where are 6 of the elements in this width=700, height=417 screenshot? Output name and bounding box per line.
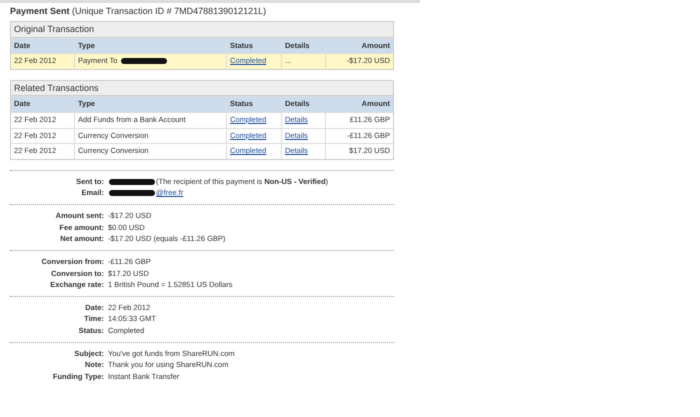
redaction-mark [109,190,155,196]
transaction-id: (Unique Transaction ID # 7MD4788139012121L) [72,6,266,16]
table-heading: Original Transaction [11,22,393,38]
redaction-mark [109,178,155,185]
page-title: Payment Sent [10,6,70,16]
table-heading: Related Transactions [11,80,393,96]
